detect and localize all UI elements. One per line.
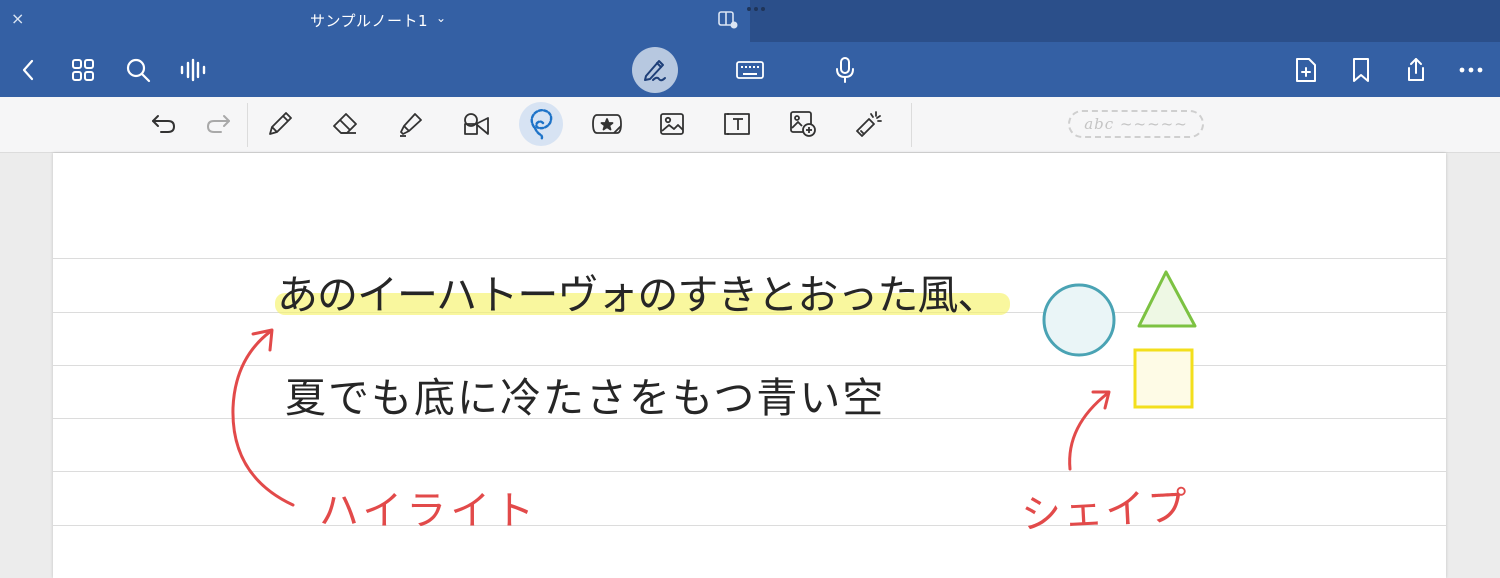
highlight-label[interactable]: ハイライト bbox=[319, 478, 538, 536]
tool-bar: abc ~~~~~ bbox=[0, 97, 1500, 153]
pen-mode-button[interactable] bbox=[632, 47, 678, 93]
handwriting-placeholder: abc ~~~~~ bbox=[1084, 115, 1188, 133]
note-page[interactable]: あのイーハトーヴォのすきとおった風、 夏でも底に冷たさをもつ青い空 ハイライト … bbox=[53, 153, 1446, 578]
title-bar-right bbox=[750, 0, 1500, 42]
audio-waveform-icon[interactable] bbox=[173, 42, 213, 97]
ruled-line bbox=[53, 258, 1446, 259]
arrow-to-highlight bbox=[231, 328, 295, 507]
redo-icon[interactable] bbox=[198, 104, 238, 144]
text-box-tool-icon[interactable] bbox=[718, 104, 758, 144]
arrow-to-shapes bbox=[1068, 390, 1111, 471]
highlighter-tool-icon[interactable] bbox=[390, 104, 430, 144]
undo-icon[interactable] bbox=[144, 104, 184, 144]
grid-icon[interactable] bbox=[63, 42, 103, 97]
multitask-dots-icon[interactable] bbox=[746, 5, 766, 13]
toolbar-divider bbox=[911, 103, 912, 147]
pen-mode-icon bbox=[641, 56, 669, 84]
circle-shape bbox=[1042, 283, 1116, 357]
share-icon[interactable] bbox=[1396, 42, 1436, 97]
lasso-tool-button[interactable] bbox=[519, 102, 563, 146]
toolbar-divider bbox=[247, 103, 248, 147]
close-icon[interactable]: × bbox=[11, 9, 24, 28]
ruled-line bbox=[53, 525, 1446, 526]
shape-label[interactable]: シェイプ bbox=[1020, 474, 1191, 541]
back-icon[interactable] bbox=[8, 42, 48, 97]
handwriting-conversion-pill[interactable]: abc ~~~~~ bbox=[1068, 110, 1204, 138]
pen-tool-icon[interactable] bbox=[260, 104, 300, 144]
add-page-icon[interactable] bbox=[1286, 42, 1326, 97]
more-icon[interactable] bbox=[1451, 42, 1491, 97]
lasso-tool-icon bbox=[526, 107, 556, 141]
camera-tool-icon[interactable] bbox=[783, 104, 823, 144]
split-view-icon[interactable] bbox=[718, 11, 738, 29]
title-bar: × サンプルノート1 ⌄ bbox=[0, 0, 1500, 42]
nav-bar bbox=[0, 42, 1500, 97]
square-shape bbox=[1133, 348, 1194, 409]
triangle-shape bbox=[1137, 270, 1197, 328]
handwritten-line-1[interactable]: あのイーハトーヴォのすきとおった風、 bbox=[277, 261, 998, 321]
chevron-down-icon[interactable]: ⌄ bbox=[436, 11, 446, 25]
keyboard-icon[interactable] bbox=[730, 42, 770, 97]
bookmark-icon[interactable] bbox=[1341, 42, 1381, 97]
shape-tool-icon[interactable] bbox=[456, 104, 496, 144]
image-tool-icon[interactable] bbox=[652, 104, 692, 144]
search-icon[interactable] bbox=[118, 42, 158, 97]
microphone-icon[interactable] bbox=[825, 42, 865, 97]
sticker-tool-icon[interactable] bbox=[587, 104, 627, 144]
document-title[interactable]: サンプルノート1 bbox=[310, 10, 428, 31]
handwritten-line-2[interactable]: 夏でも底に冷たさをもつ青い空 bbox=[285, 364, 885, 424]
eraser-tool-icon[interactable] bbox=[325, 104, 365, 144]
laser-pointer-tool-icon[interactable] bbox=[848, 104, 888, 144]
